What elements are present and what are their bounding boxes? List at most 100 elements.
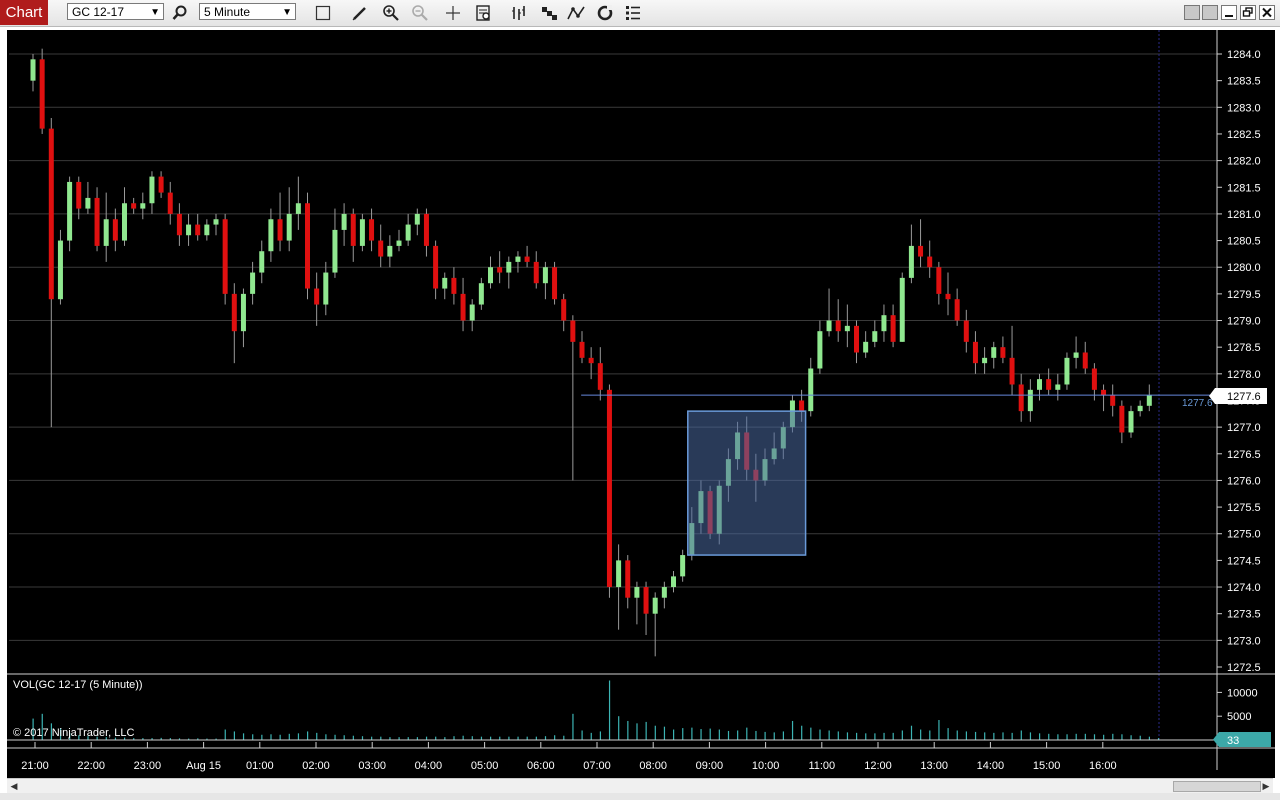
candle-body: [131, 203, 137, 209]
candle-body: [991, 347, 997, 358]
volume-bar: [663, 726, 666, 740]
volume-bar: [947, 728, 949, 740]
volume-bar: [1112, 733, 1114, 740]
volume-bar: [1029, 732, 1032, 740]
price-tick-label: 1274.0: [1227, 582, 1261, 594]
instrument-selector[interactable]: GC 12-17 ▼: [67, 3, 164, 20]
zoom-in-icon[interactable]: [381, 3, 401, 23]
price-tick-label: 1278.0: [1227, 369, 1261, 381]
volume-bar: [819, 729, 821, 740]
candle-body: [76, 181, 82, 209]
volume-bar: [791, 720, 794, 740]
zoom-out-icon[interactable]: [410, 3, 430, 23]
candle-body: [213, 219, 219, 225]
price-tick-label: 1279.5: [1227, 289, 1261, 301]
scroll-right-icon[interactable]: ▶: [1259, 779, 1273, 793]
price-tick-label: 1275.5: [1227, 502, 1261, 514]
candle-body: [231, 293, 237, 332]
candle-body: [854, 325, 859, 353]
scroll-thumb[interactable]: [1173, 781, 1261, 792]
candle-body: [369, 219, 375, 241]
grey-tile-icon[interactable]: [1202, 5, 1218, 20]
pencil-icon[interactable]: [350, 3, 370, 23]
interval-selector[interactable]: 5 Minute ▼: [199, 3, 296, 20]
price-tick-label: 1277.0: [1227, 422, 1261, 434]
candle-body: [1128, 411, 1134, 433]
time-tick-label: 03:00: [358, 760, 386, 772]
candle-body: [1073, 352, 1079, 358]
candle-body: [478, 283, 484, 305]
volume-bar: [1011, 732, 1013, 740]
volume-bar: [929, 730, 931, 740]
volume-bar: [920, 729, 922, 740]
candle-body: [890, 315, 896, 342]
minimize-icon[interactable]: [1221, 5, 1237, 20]
time-tick-label: 21:00: [21, 760, 49, 772]
volume-bar: [993, 732, 995, 740]
volume-bar: [910, 725, 913, 740]
horizontal-scrollbar[interactable]: ◀ ▶: [7, 778, 1273, 793]
price-tick-label: 1280.5: [1227, 236, 1261, 248]
volume-bar: [572, 713, 574, 740]
volume-bar: [1093, 734, 1096, 740]
candle-body: [588, 357, 594, 364]
volume-bar: [361, 736, 364, 740]
candle-body: [323, 272, 329, 305]
candle-body: [186, 224, 192, 236]
time-tick-label: 13:00: [920, 760, 948, 772]
crosshair-box-icon[interactable]: [313, 3, 333, 23]
volume-bar: [682, 728, 684, 740]
volume-bar: [636, 723, 638, 740]
selection-rectangle[interactable]: [687, 410, 807, 556]
candle-body: [222, 219, 228, 294]
search-icon[interactable]: [170, 3, 190, 23]
candlesticks: [30, 48, 1152, 657]
time-tick-label: 10:00: [752, 760, 780, 772]
price-tick-label: 1282.5: [1227, 129, 1261, 141]
data-box-icon[interactable]: [474, 3, 494, 23]
candle-body: [899, 277, 905, 342]
candle-body: [259, 251, 265, 273]
scroll-left-icon[interactable]: ◀: [7, 779, 21, 793]
crosshair-icon[interactable]: [443, 3, 463, 23]
volume-bars: [32, 680, 1160, 740]
volume-bar: [1139, 735, 1141, 740]
price-tick-label: 1273.0: [1227, 635, 1261, 647]
stepped-bars-icon[interactable]: [539, 3, 559, 23]
candle-body: [112, 219, 118, 241]
volume-tick-label: 5000: [1227, 711, 1251, 723]
chart-panel[interactable]: 1284.0 1283.5 1283.0 1282.5 1282.0 1281.5 1281…: [7, 30, 1275, 778]
bar-type-icon[interactable]: [509, 3, 529, 23]
price-chart[interactable]: 1284.0 1283.5 1283.0 1282.5 1282.0 1281.5 1281…: [7, 30, 1275, 778]
time-tick-label: 23:00: [134, 760, 162, 772]
price-tick-label: 1272.5: [1227, 662, 1261, 674]
volume-bar: [856, 732, 858, 740]
candle-body: [606, 389, 612, 588]
volume-bar: [307, 731, 309, 740]
properties-icon[interactable]: [623, 3, 643, 23]
volume-bar: [892, 732, 894, 740]
restore-icon[interactable]: [1240, 5, 1256, 20]
grey-tile-icon[interactable]: [1184, 5, 1200, 20]
volume-bar: [746, 727, 748, 740]
volume-value: 33: [1227, 735, 1239, 747]
candle-body: [963, 320, 969, 342]
volume-bar: [1039, 733, 1041, 740]
candle-body: [176, 213, 182, 236]
candle-body: [1064, 357, 1070, 385]
chart-tab[interactable]: Chart: [0, 0, 48, 25]
strategies-icon[interactable]: [595, 3, 615, 23]
candle-body: [1119, 405, 1125, 433]
time-tick-label: 05:00: [471, 760, 499, 772]
time-tick-label: 11:00: [808, 760, 835, 772]
volume-bar: [865, 733, 867, 740]
volume-bar: [590, 732, 592, 740]
candle-body: [826, 320, 832, 332]
close-icon[interactable]: [1259, 5, 1275, 20]
candle-body: [350, 213, 356, 246]
volume-bar: [645, 721, 647, 740]
candle-body: [1146, 395, 1152, 406]
time-tick-label: 06:00: [527, 760, 555, 772]
volume-bar: [1075, 733, 1077, 740]
indicators-icon[interactable]: [566, 3, 586, 23]
